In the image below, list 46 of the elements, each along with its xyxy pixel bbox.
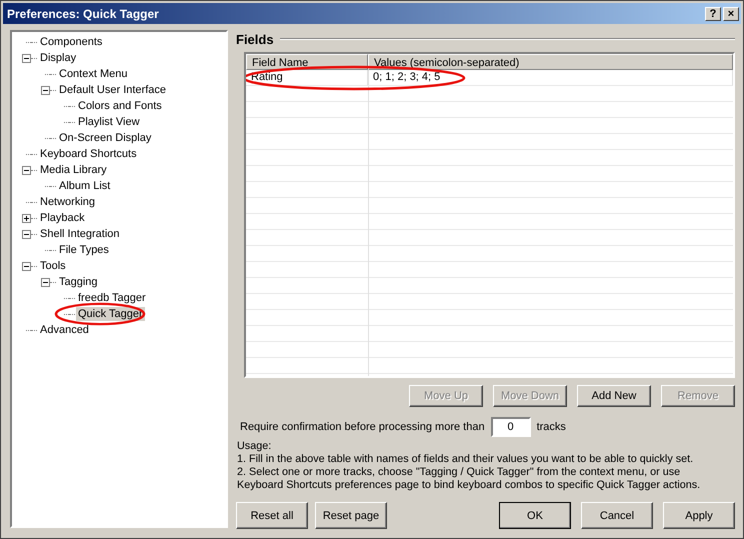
usage-text: Usage: xyxy=(237,440,272,453)
tree-item[interactable]: Playlist View xyxy=(76,115,142,129)
dialog-button[interactable]: OK xyxy=(499,502,571,529)
reset-button[interactable]: Reset all xyxy=(236,502,308,529)
dialog-button[interactable]: Apply xyxy=(663,502,735,529)
tree-item[interactable]: Playback xyxy=(38,211,87,225)
tree-item[interactable]: Tools xyxy=(38,259,68,273)
tree-item[interactable]: Album List xyxy=(57,179,112,193)
tree-item[interactable]: freedb Tagger xyxy=(76,291,148,305)
tree-item[interactable]: File Types xyxy=(57,243,111,257)
usage-text: 2. Select one or more tracks, choose "Tagging / Quick Tagger" from the context menu, or use xyxy=(237,466,682,479)
section-title: Fields xyxy=(236,32,274,46)
close-button[interactable]: × xyxy=(723,6,739,20)
expander-icon[interactable] xyxy=(41,86,50,94)
tree-item[interactable]: Context Menu xyxy=(57,67,130,81)
usage-text: 1. Fill in the above table with names of fields and their values you want to be able to quickly set. xyxy=(237,453,694,466)
confirmation-label: Require confirmation before processing more than xyxy=(240,421,485,433)
column-header[interactable]: Values (semicolon-separated) xyxy=(368,54,733,70)
tree-item[interactable]: Quick Tagger xyxy=(76,307,145,321)
tree-item[interactable]: On-Screen Display xyxy=(57,131,154,145)
expander-icon[interactable] xyxy=(22,214,31,222)
tree-item[interactable]: Tagging xyxy=(57,275,100,289)
tree-item[interactable]: Default User Interface xyxy=(57,83,168,97)
tree-item[interactable]: Colors and Fonts xyxy=(76,99,164,113)
window-title: Preferences: Quick Tagger xyxy=(7,6,159,20)
help-button[interactable]: ? xyxy=(705,6,721,20)
tree-item[interactable]: Shell Integration xyxy=(38,227,122,241)
track-count-field[interactable]: 0 xyxy=(490,417,531,437)
expander-icon[interactable] xyxy=(22,262,31,270)
tree-item[interactable]: Keyboard Shortcuts xyxy=(38,147,139,161)
reset-button[interactable]: Reset page xyxy=(315,502,387,529)
expander-icon[interactable] xyxy=(22,54,31,62)
column-header[interactable]: Field Name xyxy=(246,54,368,70)
tree-item[interactable]: Media Library xyxy=(38,163,109,177)
tree-item[interactable]: Networking xyxy=(38,195,98,209)
tree-item[interactable]: Display xyxy=(38,51,78,65)
table-cell: 0; 1; 2; 3; 4; 5 xyxy=(368,70,733,86)
usage-text: Keyboard Shortcuts preferences page to bind keyboard combos to specific Quick Tagger actions. xyxy=(237,479,702,492)
dialog-button[interactable]: Cancel xyxy=(581,502,653,529)
expander-icon[interactable] xyxy=(22,166,31,174)
tree-item[interactable]: Advanced xyxy=(38,323,91,337)
tree-item[interactable]: Components xyxy=(38,35,104,49)
tracks-label: tracks xyxy=(536,421,566,433)
table-action-button[interactable]: Add New xyxy=(577,385,651,407)
expander-icon[interactable] xyxy=(41,278,50,286)
expander-icon[interactable] xyxy=(22,230,31,238)
